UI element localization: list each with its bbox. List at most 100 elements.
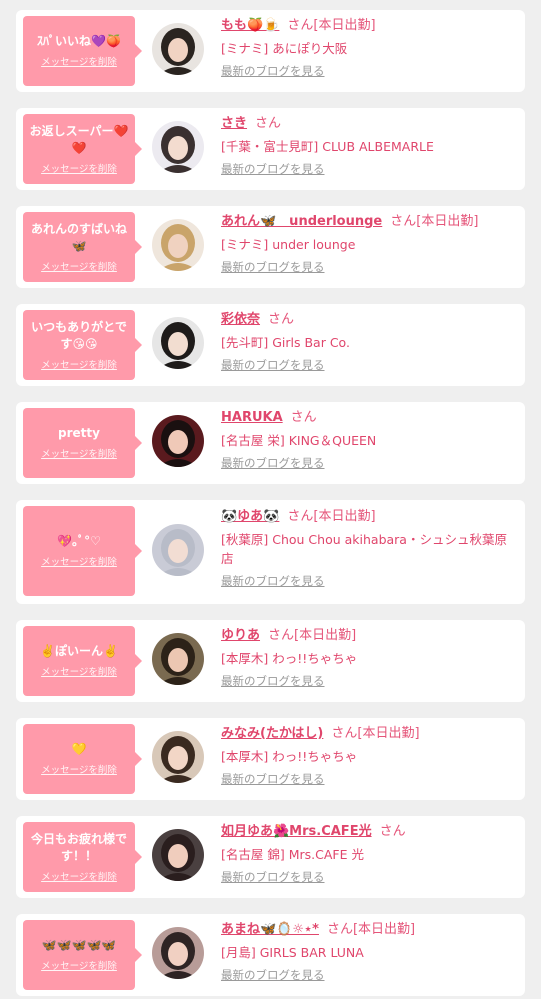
honorific: さん xyxy=(287,18,314,33)
working-today-badge: [本日出勤] xyxy=(313,509,376,524)
avatar[interactable] xyxy=(152,633,204,685)
delete-message-link[interactable]: メッセージを削除 xyxy=(41,765,117,777)
sender-name-link[interactable]: あれん🦋 underlounge xyxy=(221,214,382,229)
avatar-photo xyxy=(152,23,204,75)
latest-blog-link[interactable]: 最新のブログを見る xyxy=(221,260,325,275)
message-bubble: いつもありがとです😘😘 メッセージを削除 xyxy=(23,310,142,380)
avatar[interactable] xyxy=(152,731,204,783)
honorific: さん xyxy=(287,509,314,524)
avatar-photo xyxy=(152,633,204,685)
message-text: 💛 xyxy=(71,742,87,756)
avatar[interactable] xyxy=(152,927,204,979)
avatar[interactable] xyxy=(152,121,204,173)
avatar-photo xyxy=(152,317,204,369)
latest-blog-link[interactable]: 最新のブログを見る xyxy=(221,64,325,79)
working-today-badge: [本日出勤] xyxy=(357,726,420,741)
working-today-badge: [本日出勤] xyxy=(352,922,416,937)
delete-message-link[interactable]: メッセージを削除 xyxy=(41,449,117,461)
sender-name-link[interactable]: 彩依奈 xyxy=(221,312,260,327)
sender-info: もも🍑🍺 さん[本日出勤] [ミナミ] あにぽり大阪 最新のブログを見る xyxy=(221,17,515,79)
latest-blog-link[interactable]: 最新のブログを見る xyxy=(221,358,325,373)
delete-message-link[interactable]: メッセージを削除 xyxy=(41,872,117,884)
message-text: 今日もお疲れ様です！！ xyxy=(30,831,127,863)
delete-message-link[interactable]: メッセージを削除 xyxy=(41,262,117,274)
message-card: 今日もお疲れ様です！！ メッセージを削除 如月ゆあ🌺Mrs.CAFE光 さん [名古屋 … xyxy=(16,816,525,898)
shop-name: [名古屋 錦] Mrs.CAFE 光 xyxy=(221,847,364,862)
sender-name-link[interactable]: もも🍑🍺 xyxy=(221,18,279,33)
sender-info: 🐼ゆあ🐼 さん[本日出勤] [秋葉原] Chou Chou akihabara・シュ… xyxy=(221,508,515,589)
sender-info: HARUKA さん [名古屋 栄] KING＆QUEEN 最新のブログを見る xyxy=(221,409,515,471)
message-text: pretty xyxy=(58,426,100,440)
message-text: ✌️ぽいーん✌️ xyxy=(40,644,118,658)
delete-message-link[interactable]: メッセージを削除 xyxy=(41,961,117,973)
sender-name-link[interactable]: 如月ゆあ🌺Mrs.CAFE光 xyxy=(221,824,372,839)
message-bubble: 🦋🦋🦋🦋🦋 メッセージを削除 xyxy=(23,920,142,990)
delete-message-link[interactable]: メッセージを削除 xyxy=(41,57,117,69)
message-card: ｽﾊﾟいいね💜🍑 メッセージを削除 もも🍑🍺 さん[本日出勤] [ミナミ] あにぽり大阪… xyxy=(16,10,525,92)
message-bubble: 💛 メッセージを削除 xyxy=(23,724,142,794)
message-card: pretty メッセージを削除 HARUKA さん [名古屋 栄] KING＆QUEEN… xyxy=(16,402,525,484)
working-today-badge: [本日出勤] xyxy=(313,18,376,33)
sender-name-link[interactable]: みなみ(たかはし) xyxy=(221,726,323,741)
avatar-photo xyxy=(152,415,204,467)
latest-blog-link[interactable]: 最新のブログを見る xyxy=(221,870,325,885)
sender-info: さき さん [千葉・富士見町] CLUB ALBEMARLE 最新のブログを見る xyxy=(221,115,515,177)
sender-name-line: ゆりあ さん[本日出勤] xyxy=(221,627,515,645)
sender-name-line: 彩依奈 さん xyxy=(221,311,515,329)
message-text: いつもありがとです😘😘 xyxy=(31,319,127,351)
shop-name: [ミナミ] あにぽり大阪 xyxy=(221,41,348,56)
avatar-photo xyxy=(152,121,204,173)
message-card: 💖｡ﾟ°♡ メッセージを削除 🐼ゆあ🐼 さん[本日出勤] [秋葉原] Chou Chou… xyxy=(16,500,525,604)
avatar-photo xyxy=(152,829,204,881)
delete-message-link[interactable]: メッセージを削除 xyxy=(41,164,117,176)
sender-name-link[interactable]: 🐼ゆあ🐼 xyxy=(221,509,279,524)
honorific: さん xyxy=(390,214,417,229)
honorific: さん xyxy=(268,628,295,643)
message-text: あれんのすばいね🦋 xyxy=(30,221,127,253)
message-text: ｽﾊﾟいいね💜🍑 xyxy=(37,34,121,48)
avatar[interactable] xyxy=(152,23,204,75)
avatar[interactable] xyxy=(152,829,204,881)
message-card: お返しスーパー❤️❤️ メッセージを削除 さき さん [千葉・富士見町] CLUB AL… xyxy=(16,108,525,190)
avatar[interactable] xyxy=(152,415,204,467)
latest-blog-link[interactable]: 最新のブログを見る xyxy=(221,968,325,983)
delete-message-link[interactable]: メッセージを削除 xyxy=(41,360,117,372)
message-bubble: pretty メッセージを削除 xyxy=(23,408,142,478)
message-bubble: お返しスーパー❤️❤️ メッセージを削除 xyxy=(23,114,142,184)
sender-name-link[interactable]: HARUKA xyxy=(221,410,283,425)
honorific: さん xyxy=(255,116,282,131)
sender-name-link[interactable]: ゆりあ xyxy=(221,628,260,643)
latest-blog-link[interactable]: 最新のブログを見る xyxy=(221,772,325,787)
latest-blog-link[interactable]: 最新のブログを見る xyxy=(221,162,325,177)
sender-info: あれん🦋 underlounge さん[本日出勤] [ミナミ] under loun… xyxy=(221,213,515,275)
delete-message-link[interactable]: メッセージを削除 xyxy=(41,667,117,679)
latest-blog-link[interactable]: 最新のブログを見る xyxy=(221,574,325,589)
shop-name: [千葉・富士見町] CLUB ALBEMARLE xyxy=(221,139,434,154)
sender-info: みなみ(たかはし) さん[本日出勤] [本厚木] わっ!!ちゃちゃ 最新のブログを見る xyxy=(221,725,515,787)
avatar[interactable] xyxy=(152,317,204,369)
message-bubble: 💖｡ﾟ°♡ メッセージを削除 xyxy=(23,506,142,596)
shop-name: [名古屋 栄] KING＆QUEEN xyxy=(221,433,377,448)
sender-name-link[interactable]: さき xyxy=(221,116,247,131)
shop-name: [本厚木] わっ!!ちゃちゃ xyxy=(221,651,358,666)
message-card: ✌️ぽいーん✌️ メッセージを削除 ゆりあ さん[本日出勤] [本厚木] わっ!!ちゃち… xyxy=(16,620,525,702)
sender-name-line: 🐼ゆあ🐼 さん[本日出勤] xyxy=(221,508,515,526)
message-text: お返しスーパー❤️❤️ xyxy=(29,123,129,155)
latest-blog-link[interactable]: 最新のブログを見る xyxy=(221,456,325,471)
sender-name-line: あれん🦋 underlounge さん[本日出勤] xyxy=(221,213,515,231)
sender-name-line: 如月ゆあ🌺Mrs.CAFE光 さん xyxy=(221,823,515,841)
delete-message-link[interactable]: メッセージを削除 xyxy=(41,557,117,569)
message-bubble: ✌️ぽいーん✌️ メッセージを削除 xyxy=(23,626,142,696)
shop-name: [本厚木] わっ!!ちゃちゃ xyxy=(221,749,358,764)
sender-name-link[interactable]: あまね🦋🪞☼⋆* xyxy=(221,922,319,937)
latest-blog-link[interactable]: 最新のブログを見る xyxy=(221,674,325,689)
message-card: いつもありがとです😘😘 メッセージを削除 彩依奈 さん [先斗町] Girls Bar … xyxy=(16,304,525,386)
avatar-photo xyxy=(152,219,204,271)
working-today-badge: [本日出勤] xyxy=(294,628,357,643)
sender-name-line: あまね🦋🪞☼⋆* さん[本日出勤] xyxy=(221,921,515,939)
avatar[interactable] xyxy=(152,524,204,576)
sender-name-line: HARUKA さん xyxy=(221,409,515,427)
avatar[interactable] xyxy=(152,219,204,271)
message-bubble: あれんのすばいね🦋 メッセージを削除 xyxy=(23,212,142,282)
message-bubble: ｽﾊﾟいいね💜🍑 メッセージを削除 xyxy=(23,16,142,86)
